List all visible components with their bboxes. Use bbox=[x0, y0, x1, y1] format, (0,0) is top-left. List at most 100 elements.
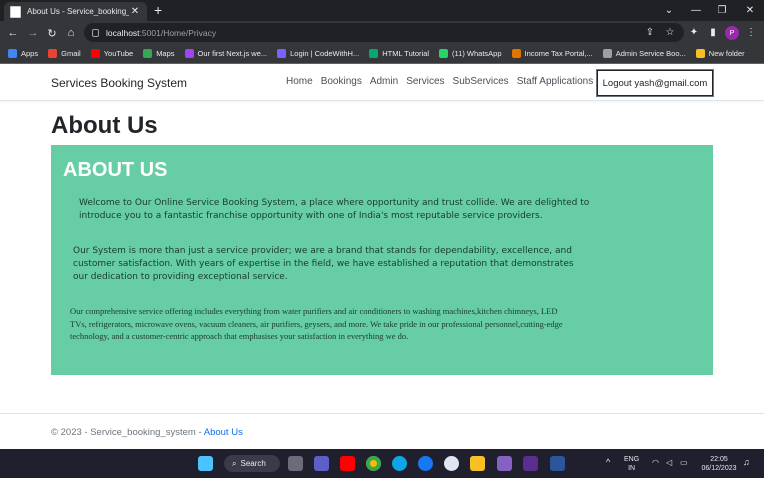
bookmark-item[interactable]: Login | CodeWithH... bbox=[277, 49, 359, 58]
lang-line2: IN bbox=[628, 465, 636, 472]
nav-link-bookings[interactable]: Bookings bbox=[321, 76, 362, 87]
bookmark-icon bbox=[369, 49, 379, 58]
site-footer: © 2023 - Service_booking_system - About … bbox=[0, 413, 764, 449]
notification-bell-icon[interactable]: ♫ bbox=[743, 458, 750, 467]
bookmark-icon bbox=[695, 49, 705, 58]
bookmark-star-icon[interactable]: ☆ bbox=[662, 24, 678, 41]
chrome-icon[interactable] bbox=[366, 456, 381, 471]
close-tab-icon[interactable]: ✕ bbox=[129, 6, 141, 17]
search-icon: ⌕ bbox=[232, 458, 237, 468]
close-window-icon[interactable]: ✕ bbox=[736, 0, 764, 21]
browser-tab[interactable]: About Us - Service_booking_sys ✕ bbox=[4, 2, 147, 21]
site-navbar: Services Booking System Home Bookings Ad… bbox=[0, 65, 764, 101]
bookmark-item[interactable]: Gmail bbox=[48, 49, 81, 58]
minimize-icon[interactable]: — bbox=[682, 0, 710, 21]
new-tab-icon[interactable]: + bbox=[154, 2, 162, 18]
side-panel-icon[interactable]: ▮ bbox=[705, 24, 721, 41]
bookmark-icon bbox=[511, 49, 521, 58]
bookmark-item[interactable]: Our first Next.js we... bbox=[184, 49, 268, 58]
browser-tab-strip: About Us - Service_booking_sys ✕ + ⌄ — ❐… bbox=[0, 0, 764, 21]
bookmark-label: Admin Service Boo... bbox=[615, 49, 686, 58]
nav-link-admin[interactable]: Admin bbox=[370, 76, 398, 87]
restore-icon[interactable]: ❐ bbox=[708, 0, 736, 21]
taskbar-search[interactable]: ⌕ Search bbox=[224, 455, 280, 472]
reload-icon[interactable]: ↻ bbox=[43, 24, 61, 42]
bookmark-item[interactable]: Admin Service Boo... bbox=[602, 49, 686, 58]
home-icon[interactable]: ⌂ bbox=[62, 24, 80, 42]
bookmark-item[interactable]: Maps bbox=[143, 49, 175, 58]
page-icon bbox=[10, 5, 21, 18]
clock-date: 06/12/2023 bbox=[701, 465, 737, 472]
bookmark-item[interactable]: Apps bbox=[8, 49, 38, 58]
back-icon[interactable]: ← bbox=[4, 24, 22, 42]
bookmark-item[interactable]: YouTube bbox=[90, 49, 134, 58]
windows-taskbar: ⌕ Search ^ ENG IN ◠ ◁ ▭ 22:05 06/12/2023 ♫ bbox=[0, 449, 764, 478]
nav-link-home[interactable]: Home bbox=[286, 76, 313, 87]
footer-about-link[interactable]: About Us bbox=[204, 427, 243, 438]
about-panel: ABOUT US Welcome to Our Online Service B… bbox=[51, 145, 713, 375]
bookmark-item[interactable]: New folder bbox=[695, 49, 745, 58]
extensions-icon[interactable]: ✦ bbox=[686, 24, 702, 41]
bookmark-label: New folder bbox=[708, 49, 745, 58]
lock-icon[interactable] bbox=[92, 28, 99, 37]
bookmark-icon bbox=[48, 49, 58, 58]
nav-link-staff-applications[interactable]: Staff Applications bbox=[517, 76, 594, 87]
bookmark-icon bbox=[602, 49, 612, 58]
teams-icon[interactable] bbox=[314, 456, 329, 471]
nav-links: Home Bookings Admin Services SubServices… bbox=[286, 76, 593, 87]
panel-title: ABOUT US bbox=[63, 159, 168, 181]
web-page: Services Booking System Home Bookings Ad… bbox=[0, 65, 764, 449]
url-host: localhost bbox=[106, 27, 140, 38]
wifi-icon[interactable]: ◠ bbox=[652, 458, 659, 467]
bookmark-label: (11) WhatsApp bbox=[452, 49, 502, 58]
browser-toolbar: ← → ↻ ⌂ localhost:5001/Home/Privacy ⇪ ☆ … bbox=[0, 21, 764, 44]
bookmark-label: Our first Next.js we... bbox=[197, 49, 268, 58]
app-icon[interactable] bbox=[523, 456, 538, 471]
site-brand[interactable]: Services Booking System bbox=[51, 76, 187, 90]
system-paragraph: Our System is more than just a service p… bbox=[73, 246, 574, 282]
bookmarks-bar: Apps Gmail YouTube Maps Our first Next.js we… bbox=[0, 44, 764, 64]
bookmark-item[interactable]: Income Tax Portal,... bbox=[511, 49, 593, 58]
copyright-text: © 2023 - Service_booking_system - bbox=[51, 427, 204, 438]
bookmark-icon bbox=[439, 49, 449, 58]
nav-link-subservices[interactable]: SubServices bbox=[453, 76, 509, 87]
forward-icon[interactable]: → bbox=[24, 24, 42, 42]
bookmark-label: HTML Tutorial bbox=[382, 49, 430, 58]
nav-link-services[interactable]: Services bbox=[406, 76, 444, 87]
language-indicator[interactable]: ENG IN bbox=[624, 455, 639, 473]
bookmark-label: Maps bbox=[156, 49, 175, 58]
visual-studio-icon[interactable] bbox=[497, 456, 512, 471]
battery-icon[interactable]: ▭ bbox=[680, 458, 688, 467]
word-icon[interactable] bbox=[550, 456, 565, 471]
page-title: About Us bbox=[51, 112, 158, 139]
bookmark-icon bbox=[90, 49, 100, 58]
start-menu-icon[interactable] bbox=[198, 456, 213, 471]
address-bar[interactable]: localhost:5001/Home/Privacy bbox=[84, 23, 684, 42]
bookmark-icon bbox=[184, 49, 194, 58]
menu-icon[interactable]: ⋮ bbox=[743, 24, 759, 41]
profile-avatar[interactable]: P bbox=[725, 26, 739, 40]
tab-search-icon[interactable]: ⌄ bbox=[655, 0, 683, 21]
bookmark-icon bbox=[277, 49, 287, 58]
bookmark-label: YouTube bbox=[103, 49, 134, 58]
show-hidden-icons-icon[interactable]: ^ bbox=[606, 458, 610, 467]
facebook-icon[interactable] bbox=[418, 456, 433, 471]
bookmark-label: Login | CodeWithH... bbox=[290, 49, 360, 58]
bookmark-label: Income Tax Portal,... bbox=[524, 49, 593, 58]
volume-icon[interactable]: ◁ bbox=[666, 458, 672, 467]
bookmark-item[interactable]: HTML Tutorial bbox=[369, 49, 429, 58]
messenger-icon[interactable] bbox=[444, 456, 459, 471]
logout-button[interactable]: Logout yash@gmail.com bbox=[597, 70, 713, 96]
file-explorer-icon[interactable] bbox=[470, 456, 485, 471]
clock-time: 22:05 bbox=[710, 456, 728, 463]
share-icon[interactable]: ⇪ bbox=[642, 24, 658, 41]
youtube-icon[interactable] bbox=[340, 456, 355, 471]
task-view-icon[interactable] bbox=[288, 456, 303, 471]
bookmark-item[interactable]: (11) WhatsApp bbox=[439, 49, 502, 58]
intro-paragraph: Welcome to Our Online Service Booking Sy… bbox=[79, 198, 590, 221]
clock[interactable]: 22:05 06/12/2023 bbox=[698, 455, 740, 473]
footer-text: © 2023 - Service_booking_system - About … bbox=[51, 427, 243, 438]
bookmark-icon bbox=[8, 49, 17, 58]
tab-title: About Us - Service_booking_sys bbox=[27, 7, 129, 16]
edge-icon[interactable] bbox=[392, 456, 407, 471]
